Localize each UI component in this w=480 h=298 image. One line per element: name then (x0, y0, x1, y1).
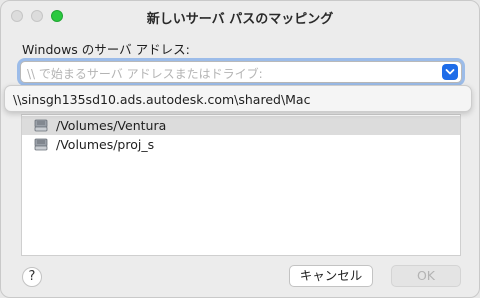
help-button[interactable]: ? (22, 267, 42, 287)
list-item[interactable]: /Volumes/proj_s (22, 135, 460, 154)
list-item-label: /Volumes/Ventura (56, 118, 167, 133)
drive-icon (34, 138, 48, 151)
chevron-down-icon (445, 69, 455, 75)
cancel-button[interactable]: キャンセル (289, 265, 373, 287)
server-address-label: Windows のサーバ アドレス: (22, 42, 190, 57)
drive-icon (34, 119, 48, 132)
autocomplete-popup: \\sinsgh135sd10.ads.autodesk.com\shared\… (4, 85, 472, 112)
volume-list: /Volumes/Ventura /Volumes/proj_s (21, 114, 461, 256)
ok-button[interactable]: OK (391, 265, 461, 287)
dialog-window: 新しいサーバ パスのマッピング Windows のサーバ アドレス: \\ で始… (0, 0, 480, 298)
server-address-placeholder[interactable]: \\ で始まるサーバ アドレスまたはドライブ: (27, 65, 263, 82)
title-bar: 新しいサーバ パスのマッピング (1, 1, 479, 31)
window-title: 新しいサーバ パスのマッピング (146, 12, 334, 27)
list-item-label: /Volumes/proj_s (56, 137, 155, 152)
dropdown-button[interactable] (442, 64, 458, 80)
list-item[interactable]: /Volumes/Ventura (22, 116, 460, 135)
server-address-combobox[interactable]: \\ で始まるサーバ アドレスまたはドライブ: (20, 61, 462, 83)
autocomplete-suggestion[interactable]: \\sinsgh135sd10.ads.autodesk.com\shared\… (13, 92, 310, 107)
